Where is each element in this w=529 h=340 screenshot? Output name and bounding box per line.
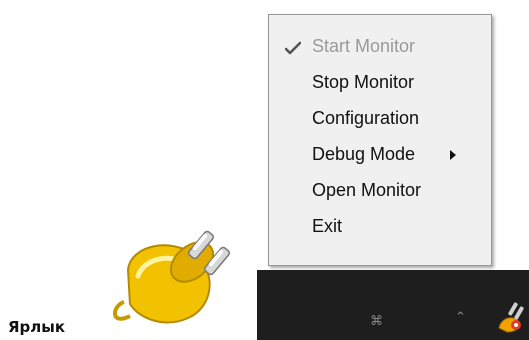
- menu-item-label: Configuration: [312, 108, 420, 128]
- menu-item-stop-monitor[interactable]: Stop Monitor: [269, 63, 491, 99]
- menu-item-debug-mode[interactable]: Debug Mode: [269, 135, 491, 171]
- plug-icon[interactable]: [100, 216, 250, 340]
- menu-item-label: Exit: [312, 216, 343, 236]
- menu-item-label: Open Monitor: [312, 180, 422, 200]
- menu-item-exit[interactable]: Exit: [269, 207, 491, 243]
- check-icon: [285, 41, 301, 55]
- menu-item-label: Stop Monitor: [312, 72, 415, 92]
- shortcut-label: Ярлык: [8, 318, 66, 336]
- menu-item-start-monitor[interactable]: Start Monitor: [269, 27, 491, 63]
- desktop: Ярлык ⌘ ⌃ Start Monitor Stop Monitor Con…: [0, 0, 529, 340]
- menu-item-configuration[interactable]: Configuration: [269, 99, 491, 135]
- tray-expand-icon[interactable]: ⌃: [455, 310, 466, 325]
- context-menu: Start Monitor Stop Monitor Configuration…: [268, 14, 492, 266]
- submenu-arrow-icon: [450, 150, 456, 160]
- tray-network-icon[interactable]: ⌘: [370, 314, 383, 329]
- menu-item-open-monitor[interactable]: Open Monitor: [269, 171, 491, 207]
- plug-tray-icon[interactable]: [495, 298, 525, 334]
- menu-item-label: Start Monitor: [312, 36, 416, 56]
- system-tray: ⌘ ⌃: [257, 270, 529, 340]
- menu-item-label: Debug Mode: [312, 144, 416, 164]
